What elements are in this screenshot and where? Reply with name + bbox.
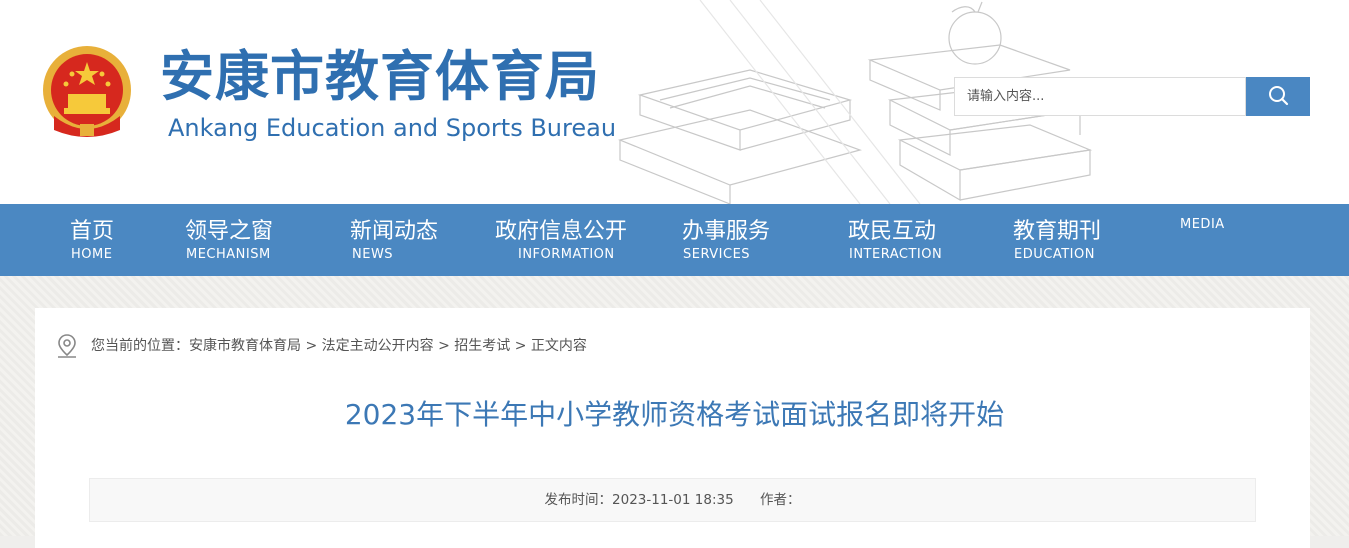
breadcrumb-separator: >	[433, 338, 455, 354]
nav-item-label-cn: 教育期刊	[1013, 219, 1102, 244]
nav-item-label-cn: 政府信息公开	[495, 219, 628, 244]
article-title: 2023年下半年中小学教师资格考试面试报名即将开始	[344, 398, 1005, 431]
search-input[interactable]	[954, 77, 1246, 116]
breadcrumb-current: 正文内容	[530, 338, 587, 354]
nav-item-label-en: SERVICES	[683, 247, 751, 262]
breadcrumb-prefix: 您当前的位置：	[91, 338, 189, 354]
national-emblem-icon	[43, 46, 131, 137]
nav-item-label-en: INFORMATION	[518, 247, 615, 262]
nav-item-media[interactable]: MEDIA	[1180, 217, 1225, 232]
breadcrumb-link-exams[interactable]: 招生考试	[454, 338, 510, 354]
site-title-en: Ankang Education and Sports Bureau	[168, 114, 617, 142]
nav-item-label-cn: 新闻动态	[350, 219, 439, 244]
breadcrumb-separator: >	[510, 338, 531, 354]
publish-time: 发布时间：2023-11-01 18:35	[545, 492, 734, 508]
nav-item-label-en: EDUCATION	[1014, 247, 1095, 262]
nav-item-label-cn: 办事服务	[682, 219, 771, 244]
search-button[interactable]	[1246, 77, 1310, 116]
site-header: 安康市教育体育局 Ankang Education and Sports Bur…	[0, 0, 1349, 204]
article-meta: 发布时间：2023-11-01 18:35 作者：	[89, 478, 1256, 522]
site-title-cn: 安康市教育体育局	[160, 44, 600, 108]
nav-item-label-en: NEWS	[352, 247, 394, 262]
nav-item-label-en: INTERACTION	[849, 247, 943, 262]
search-icon	[1269, 86, 1289, 106]
publish-time-value: 2023-11-01 18:35	[612, 492, 734, 508]
nav-item-label-cn: 首页	[70, 219, 115, 244]
nav-item-label-cn: 政民互动	[848, 219, 937, 244]
nav-item-label-en: MECHANISM	[186, 247, 271, 262]
nav-item-label-cn: 领导之窗	[185, 219, 274, 244]
search-bar	[954, 77, 1310, 116]
breadcrumb-link-home[interactable]: 安康市教育体育局	[189, 338, 301, 354]
author-label: 作者：	[759, 492, 801, 508]
publish-label: 发布时间：	[544, 492, 613, 508]
breadcrumb-link-public-content[interactable]: 法定主动公开内容	[322, 338, 434, 354]
nav-item-label-en: HOME	[71, 247, 113, 262]
location-pin-icon	[58, 334, 76, 358]
breadcrumb-separator: >	[301, 338, 322, 354]
main-nav: 首页 HOME 领导之窗 MECHANISM 新闻动态 NEWS 政府信息公开 …	[0, 204, 1349, 276]
